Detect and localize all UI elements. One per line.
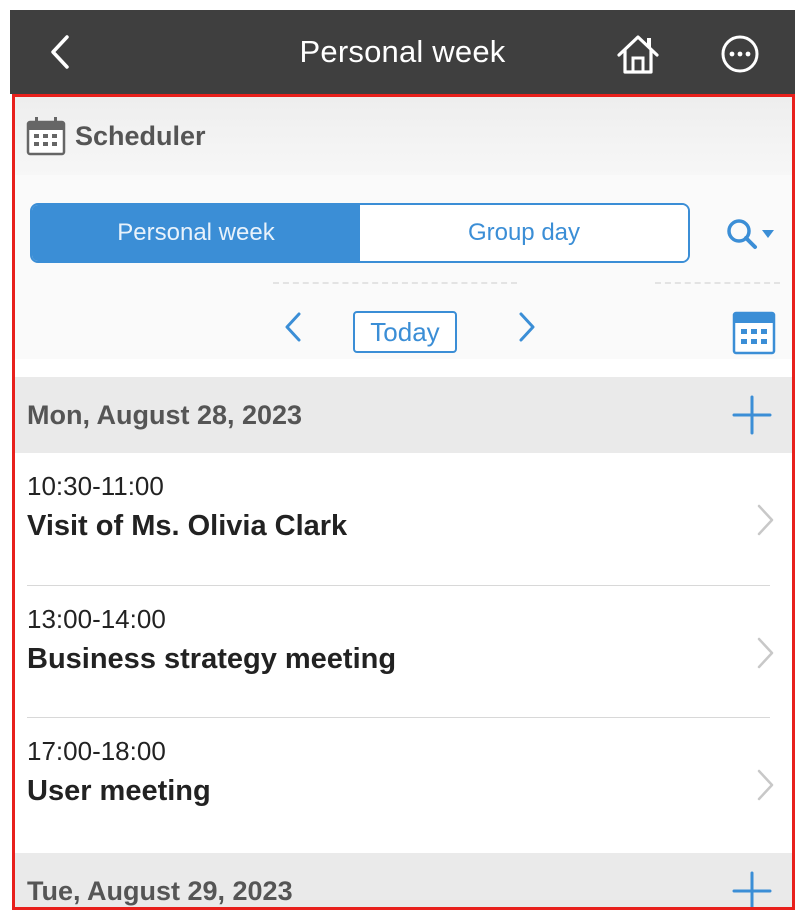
event-title: Business strategy meeting (27, 643, 397, 675)
divider (273, 282, 517, 284)
event-time: 13:00-14:00 (27, 604, 166, 634)
chevron-right-icon (757, 769, 774, 801)
event-time: 17:00-18:00 (27, 736, 166, 766)
chevron-right-icon (757, 504, 774, 536)
event-row[interactable]: 13:00-14:00 Business strategy meeting (15, 586, 792, 718)
add-event-button[interactable] (730, 393, 774, 437)
event-title: Visit of Ms. Olivia Clark (27, 510, 348, 542)
day-header: Tue, August 29, 2023 (15, 853, 792, 910)
more-button[interactable] (716, 30, 764, 78)
chevron-left-icon (285, 312, 301, 342)
event-title: User meeting (27, 775, 211, 807)
tab-personal-week[interactable]: Personal week (32, 205, 360, 261)
day-header: Mon, August 28, 2023 (15, 377, 792, 453)
scheduler-header: Scheduler (15, 97, 792, 175)
divider (655, 282, 780, 284)
event-row[interactable]: 10:30-11:00 Visit of Ms. Olivia Clark (15, 453, 792, 585)
controls-area: Personal week Group day Today (15, 175, 792, 359)
event-time: 10:30-11:00 (27, 471, 164, 501)
home-icon (617, 35, 659, 74)
event-row[interactable]: 17:00-18:00 User meeting (15, 718, 792, 850)
scheduler-panel: Scheduler Personal week Group day Today (12, 94, 795, 910)
back-button[interactable] (40, 30, 80, 74)
view-switch: Personal week Group day (30, 203, 690, 263)
page-title: Personal week (299, 34, 506, 69)
caret-down-icon (762, 230, 774, 238)
more-horizontal-icon (721, 35, 759, 73)
search-button[interactable] (725, 213, 783, 255)
scheduler-title: Scheduler (75, 120, 206, 151)
chevron-right-icon (757, 637, 774, 669)
day-date: Tue, August 29, 2023 (27, 875, 293, 906)
day-date: Mon, August 28, 2023 (27, 399, 303, 430)
chevron-left-icon (51, 35, 69, 69)
home-button[interactable] (614, 30, 662, 78)
top-bar: Personal week (10, 10, 795, 94)
next-week-button[interactable] (509, 303, 545, 351)
today-button[interactable]: Today (353, 311, 457, 353)
add-event-button[interactable] (730, 869, 774, 910)
calendar-icon (26, 117, 66, 156)
search-icon (727, 219, 757, 249)
calendar-picker-button[interactable] (732, 309, 776, 355)
tab-group-day[interactable]: Group day (360, 205, 688, 261)
chevron-right-icon (519, 312, 535, 342)
previous-week-button[interactable] (275, 303, 311, 351)
